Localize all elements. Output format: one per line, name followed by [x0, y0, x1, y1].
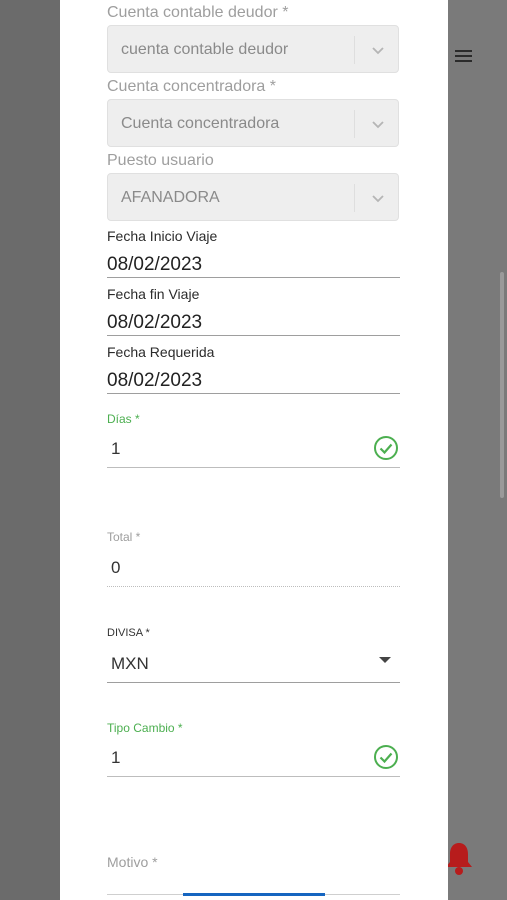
- check-circle-icon: [374, 436, 398, 460]
- check-circle-icon: [374, 745, 398, 769]
- tipo-cambio-underline: [107, 776, 400, 777]
- dias-underline: [107, 467, 400, 468]
- divisa-label: DIVISA *: [107, 627, 150, 639]
- cuenta-deudor-select[interactable]: cuenta contable deudor: [107, 25, 399, 73]
- puesto-usuario-value: AFANADORA: [121, 189, 220, 206]
- fecha-requerida-label: Fecha Requerida: [107, 344, 215, 360]
- dias-input[interactable]: 1: [111, 439, 120, 459]
- fecha-requerida-input[interactable]: 08/02/2023: [107, 370, 202, 392]
- form-sheet: Cuenta contable deudor * cuenta contable…: [60, 0, 448, 900]
- motivo-label: Motivo *: [107, 854, 158, 870]
- cuenta-concentradora-label: Cuenta concentradora *: [107, 78, 276, 95]
- divisa-underline: [107, 682, 400, 683]
- fecha-inicio-input[interactable]: 08/02/2023: [107, 254, 202, 276]
- cuenta-deudor-value: cuenta contable deudor: [121, 41, 289, 58]
- select-separator: [354, 110, 355, 138]
- cuenta-concentradora-value: Cuenta concentradora: [121, 115, 280, 132]
- select-separator: [354, 184, 355, 212]
- fecha-inicio-underline: [107, 277, 400, 278]
- chevron-down-icon: [372, 121, 384, 129]
- divisa-select[interactable]: MXN: [111, 654, 149, 674]
- tipo-cambio-label: Tipo Cambio *: [107, 721, 183, 735]
- dropdown-arrow-icon[interactable]: [379, 657, 391, 663]
- total-label: Total *: [107, 530, 141, 544]
- modal-backdrop-right: [448, 0, 507, 900]
- fecha-fin-underline: [107, 335, 400, 336]
- chevron-down-icon: [372, 195, 384, 203]
- cuenta-deudor-label: Cuenta contable deudor *: [107, 4, 289, 21]
- tipo-cambio-input[interactable]: 1: [111, 748, 120, 768]
- dias-label: Días *: [107, 412, 140, 426]
- hamburger-menu-icon[interactable]: [455, 50, 472, 64]
- bell-icon[interactable]: [444, 840, 474, 876]
- total-input[interactable]: 0: [111, 558, 120, 578]
- fecha-requerida-underline: [107, 393, 400, 394]
- total-underline: [107, 586, 400, 587]
- fecha-fin-label: Fecha fin Viaje: [107, 286, 200, 302]
- select-separator: [354, 36, 355, 64]
- fecha-fin-input[interactable]: 08/02/2023: [107, 312, 202, 334]
- scrollbar[interactable]: [500, 272, 504, 498]
- cuenta-concentradora-select[interactable]: Cuenta concentradora: [107, 99, 399, 147]
- focus-indicator: [183, 893, 325, 896]
- chevron-down-icon: [372, 47, 384, 55]
- fecha-inicio-label: Fecha Inicio Viaje: [107, 228, 218, 244]
- puesto-usuario-select[interactable]: AFANADORA: [107, 173, 399, 221]
- modal-backdrop-left: [0, 0, 60, 900]
- puesto-usuario-label: Puesto usuario: [107, 152, 214, 169]
